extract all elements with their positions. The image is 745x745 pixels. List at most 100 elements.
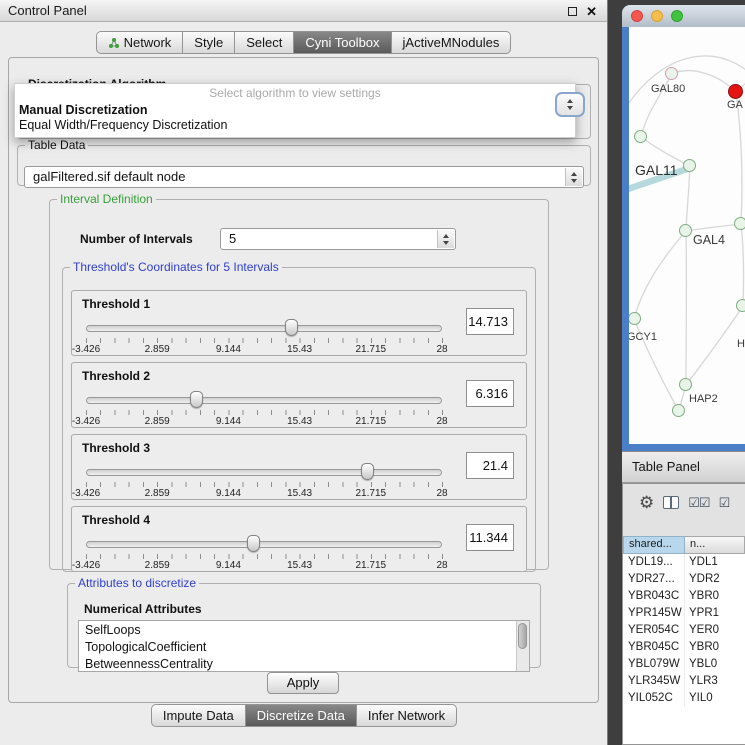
- scale-tick: 15.43: [287, 488, 312, 499]
- list-item[interactable]: SelfLoops: [79, 622, 529, 639]
- scale-tick: 15.43: [287, 560, 312, 571]
- node-label-h: H: [737, 338, 745, 350]
- node-label-ga: GA: [727, 99, 743, 111]
- cell-name: YBR0: [685, 588, 745, 605]
- table-row[interactable]: YBL079WYBL0: [623, 656, 745, 673]
- select-checkbox-icon[interactable]: ☑☑: [688, 496, 709, 509]
- network-node[interactable]: [672, 404, 685, 417]
- table-row[interactable]: YDR27...YDR2: [623, 571, 745, 588]
- tab-cyni-toolbox[interactable]: Cyni Toolbox: [294, 31, 391, 54]
- attributes-fieldset: Attributes to discretize Numerical Attri…: [67, 576, 541, 668]
- list-item[interactable]: BetweennessCentrality: [79, 656, 529, 672]
- close-window-icon[interactable]: ✕: [586, 5, 597, 18]
- table-data-legend: Table Data: [25, 138, 88, 152]
- tab-jactivemnodules[interactable]: jActiveMNodules: [392, 31, 512, 54]
- app-root: Control Panel ✕ Network Style Select Cyn…: [0, 0, 745, 745]
- dropdown-option-manual-discretization[interactable]: Manual Discretization: [15, 103, 575, 118]
- tab-network-label: Network: [124, 35, 172, 50]
- top-tab-bar: Network Style Select Cyni Toolbox jActiv…: [0, 31, 607, 54]
- threshold-1-slider[interactable]: [86, 319, 442, 337]
- numerical-attributes-list: SelfLoops TopologicalCoefficient Between…: [78, 620, 530, 672]
- table-row[interactable]: YIL052CYIL0: [623, 690, 745, 707]
- float-window-icon[interactable]: [568, 7, 577, 16]
- slider-track[interactable]: [86, 541, 442, 548]
- number-of-intervals-combobox[interactable]: 5: [220, 228, 456, 250]
- slider-track[interactable]: [86, 469, 442, 476]
- tab-jactivemnodules-label: jActiveMNodules: [403, 35, 500, 50]
- number-of-intervals-value: 5: [229, 231, 236, 246]
- slider-thumb[interactable]: [190, 391, 203, 408]
- scale-tick: 21.715: [356, 560, 387, 571]
- column-header-name[interactable]: n...: [685, 536, 745, 554]
- column-header-shared-name[interactable]: shared...: [623, 536, 685, 554]
- slider-ticks: [86, 338, 443, 343]
- table-row[interactable]: YDL19...YDL1: [623, 554, 745, 571]
- threshold-4-value-field[interactable]: 11.344: [466, 524, 514, 551]
- list-scrollbar[interactable]: [516, 621, 529, 671]
- scale-tick: -3.426: [72, 344, 100, 355]
- network-canvas[interactable]: GAL80 GA GAL11 GAL4 GCY1 H HAP2: [629, 27, 745, 444]
- scrollbar-thumb[interactable]: [518, 623, 527, 649]
- attributes-legend: Attributes to discretize: [75, 576, 199, 590]
- slider-track[interactable]: [86, 325, 442, 332]
- scale-tick: 28: [436, 488, 447, 499]
- slider-thumb[interactable]: [247, 535, 260, 552]
- network-node[interactable]: [736, 299, 745, 312]
- apply-button[interactable]: Apply: [267, 672, 339, 694]
- tab-style[interactable]: Style: [183, 31, 235, 54]
- cell-name: YLR3: [685, 673, 745, 690]
- table-row[interactable]: YER054CYER0: [623, 622, 745, 639]
- scale-tick: 9.144: [216, 560, 241, 571]
- tab-select[interactable]: Select: [235, 31, 294, 54]
- network-window-titlebar: [622, 5, 745, 27]
- cell-shared-name: YIL052C: [623, 690, 685, 707]
- slider-thumb[interactable]: [361, 463, 374, 480]
- gear-icon[interactable]: ⚙: [639, 494, 654, 511]
- cell-name: YBL0: [685, 656, 745, 673]
- table-row[interactable]: YBR043CYBR0: [623, 588, 745, 605]
- minimize-traffic-light-icon[interactable]: [651, 10, 663, 22]
- list-item[interactable]: TopologicalCoefficient: [79, 639, 529, 656]
- threshold-4-slider[interactable]: [86, 535, 442, 553]
- tab-infer-network[interactable]: Infer Network: [357, 704, 457, 727]
- network-node[interactable]: [679, 224, 692, 237]
- table-row[interactable]: YLR345WYLR3: [623, 673, 745, 690]
- select-checkbox-icon[interactable]: ☑: [719, 496, 730, 509]
- zoom-traffic-light-icon[interactable]: [671, 10, 683, 22]
- network-node[interactable]: [665, 67, 678, 80]
- dropdown-option-equal-width-frequency[interactable]: Equal Width/Frequency Discretization: [15, 118, 575, 133]
- network-node-selected[interactable]: [728, 84, 743, 99]
- slider-track[interactable]: [86, 397, 442, 404]
- threshold-2-slider[interactable]: [86, 391, 442, 409]
- tab-discretize-data[interactable]: Discretize Data: [246, 704, 357, 727]
- table-row[interactable]: YBR045CYBR0: [623, 639, 745, 656]
- cell-name: YDR2: [685, 571, 745, 588]
- threshold-4-panel: Threshold 4 -3.4262.8599.14415.4321.7152…: [71, 506, 527, 572]
- threshold-3-panel: Threshold 3 -3.4262.8599.14415.4321.7152…: [71, 434, 527, 500]
- bottom-tab-bar: Impute Data Discretize Data Infer Networ…: [0, 704, 608, 727]
- threshold-1-value-field[interactable]: 14.713: [466, 308, 514, 335]
- columns-icon[interactable]: [663, 496, 679, 509]
- table-data-combobox[interactable]: galFiltered.sif default node: [24, 166, 584, 188]
- close-traffic-light-icon[interactable]: [631, 10, 643, 22]
- network-node[interactable]: [679, 378, 692, 391]
- algorithm-combobox[interactable]: Select algorithm to view settings: [15, 84, 575, 103]
- window-title: Control Panel: [8, 3, 87, 18]
- threshold-3-value-field[interactable]: 21.4: [466, 452, 514, 479]
- tab-network[interactable]: Network: [96, 31, 184, 54]
- threshold-3-label: Threshold 3: [82, 441, 150, 455]
- tab-style-label: Style: [194, 35, 223, 50]
- algorithm-combo-stepper-icon[interactable]: [555, 92, 585, 117]
- network-node[interactable]: [634, 130, 647, 143]
- threshold-2-label: Threshold 2: [82, 369, 150, 383]
- threshold-2-value-field[interactable]: 6.316: [466, 380, 514, 407]
- slider-thumb[interactable]: [285, 319, 298, 336]
- tab-impute-data[interactable]: Impute Data: [151, 704, 246, 727]
- threshold-3-slider[interactable]: [86, 463, 442, 481]
- network-node[interactable]: [683, 159, 696, 172]
- combo-stepper-icon[interactable]: [565, 168, 582, 186]
- network-node[interactable]: [734, 217, 745, 230]
- combo-stepper-icon[interactable]: [437, 230, 454, 248]
- algorithm-dropdown-popup: Select algorithm to view settings Manual…: [14, 83, 576, 138]
- table-row[interactable]: YPR145WYPR1: [623, 605, 745, 622]
